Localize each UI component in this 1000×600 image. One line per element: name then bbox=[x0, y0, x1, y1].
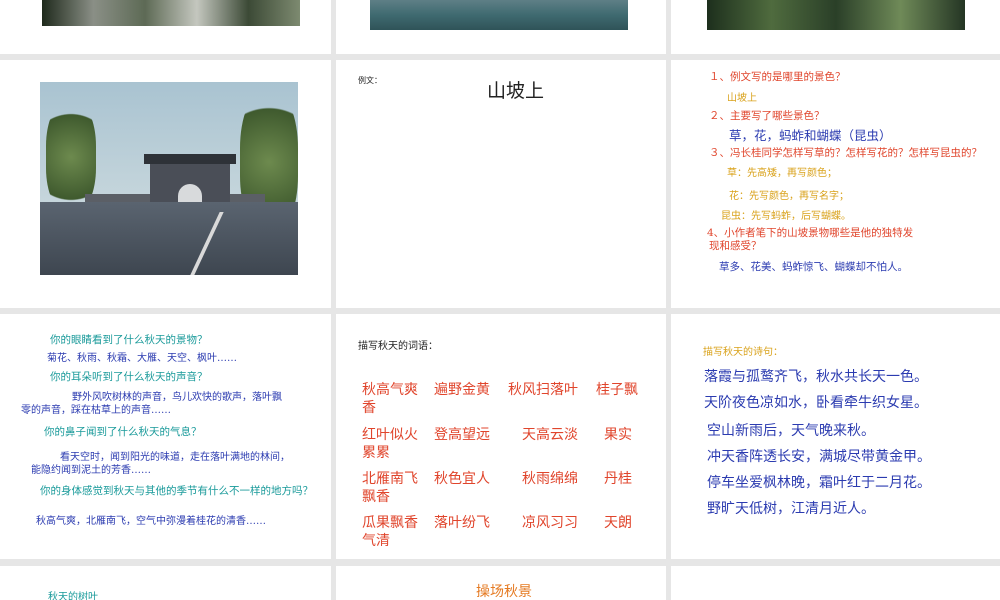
answer-4: 草多、花美、蚂蚱惊飞、蝴蝶却不怕人。 bbox=[719, 261, 908, 273]
word-item-wrap: 气清 bbox=[362, 533, 390, 549]
sense-question-body: 你的身体感觉到秋天与其他的季节有什么不一样的地方吗？ bbox=[40, 485, 313, 497]
slide-thumbnail-12[interactable] bbox=[671, 566, 1000, 600]
word-item: 果实 bbox=[604, 427, 632, 443]
poem-line: 空山新雨后，天气晚来秋。 bbox=[707, 423, 875, 439]
word-item: 落叶纷飞 bbox=[434, 515, 490, 531]
slide-thumbnail-11[interactable]: 操场秋景 bbox=[336, 566, 666, 600]
question-1: １、例文写的是哪里的景色？ bbox=[709, 71, 846, 83]
poem-line: 野旷天低树，江清月近人。 bbox=[707, 501, 875, 517]
word-item: 秋色宜人 bbox=[434, 471, 490, 487]
poem-line: 冲天香阵透长安，满城尽带黄金甲。 bbox=[707, 449, 931, 465]
example-prefix: 例文： bbox=[358, 76, 382, 85]
word-item: 北雁南飞 bbox=[362, 471, 418, 487]
slide-thumbnail-7[interactable]: 你的眼睛看到了什么秋天的景物？ 菊花、秋雨、秋霜、大雁、天空、枫叶…… 你的耳朵… bbox=[0, 314, 331, 559]
rock-garden-photo bbox=[42, 0, 300, 26]
word-item: 凉风习习 bbox=[522, 515, 578, 531]
slide-thumbnail-5[interactable]: 例文： 山坡上 bbox=[336, 60, 666, 308]
answer-2: 草，花，蚂蚱和蝴蝶（昆虫） bbox=[729, 128, 892, 143]
leaves-slide-title: 秋天的树叶 bbox=[48, 592, 98, 600]
word-item: 天高云淡 bbox=[522, 427, 578, 443]
word-item: 瓜果飘香 bbox=[362, 515, 418, 531]
slide-thumbnail-3[interactable] bbox=[671, 0, 1000, 54]
playground-slide-title: 操场秋景 bbox=[476, 584, 532, 600]
word-item: 遍野金黄 bbox=[434, 382, 490, 398]
word-item: 红叶似火 bbox=[362, 427, 418, 443]
word-item: 天朗 bbox=[604, 515, 632, 531]
autumn-words-heading: 描写秋天的词语： bbox=[358, 341, 438, 352]
question-4-line2: 现和感受？ bbox=[709, 240, 762, 252]
sense-answer-body: 秋高气爽，北雁南飞，空气中弥漫着桂花的清香…… bbox=[36, 516, 266, 527]
word-item: 登高望远 bbox=[434, 427, 490, 443]
answer-3-grass: 草：先高矮，再写颜色； bbox=[727, 168, 837, 179]
word-item: 桂子飘 bbox=[596, 382, 638, 398]
answer-3-flower: 花：先写颜色，再写名字； bbox=[729, 191, 849, 202]
word-item: 秋高气爽 bbox=[362, 382, 418, 398]
slide-thumbnail-4[interactable] bbox=[0, 60, 331, 308]
slide-thumbnail-2[interactable] bbox=[336, 0, 666, 54]
slide-thumbnail-1[interactable] bbox=[0, 0, 331, 54]
sense-answer-nose-line1: 看天空时，闻到阳光的味道，走在落叶满地的林间， bbox=[60, 452, 290, 463]
poem-line: 天阶夜色凉如水，卧看牵牛织女星。 bbox=[704, 395, 928, 411]
sense-answer-eyes: 菊花、秋雨、秋霜、大雁、天空、枫叶…… bbox=[47, 353, 237, 364]
slide-thumbnail-9[interactable]: 描写秋天的诗句： 落霞与孤鹜齐飞，秋水共长天一色。 天阶夜色凉如水，卧看牵牛织女… bbox=[671, 314, 1000, 559]
poem-line: 停车坐爱枫林晚，霜叶红于二月花。 bbox=[707, 475, 931, 491]
question-2: ２、主要写了哪些景色？ bbox=[709, 110, 825, 122]
sense-answer-nose-line2: 能隐约闻到泥土的芳香…… bbox=[31, 465, 151, 476]
question-4-line1: 4、小作者笔下的山坡景物哪些是他的独特发 bbox=[707, 227, 914, 239]
pond-photo bbox=[370, 0, 628, 30]
word-item-wrap: 香 bbox=[362, 400, 376, 416]
answer-1: 山坡上 bbox=[727, 93, 757, 104]
poem-line: 落霞与孤鹜齐飞，秋水共长天一色。 bbox=[704, 369, 928, 385]
slide-thumbnail-10[interactable]: 秋天的树叶 bbox=[0, 566, 331, 600]
slide-thumbnail-6[interactable]: １、例文写的是哪里的景色？ 山坡上 ２、主要写了哪些景色？ 草，花，蚂蚱和蝴蝶（… bbox=[671, 60, 1000, 308]
example-title: 山坡上 bbox=[487, 80, 545, 102]
word-item: 秋风扫落叶 bbox=[508, 382, 578, 398]
word-item: 秋雨绵绵 bbox=[522, 471, 578, 487]
city-gate-photo bbox=[40, 82, 298, 275]
word-item-wrap: 累累 bbox=[362, 445, 390, 461]
autumn-poems-heading: 描写秋天的诗句： bbox=[703, 347, 783, 358]
sense-question-nose: 你的鼻子闻到了什么秋天的气息？ bbox=[44, 426, 202, 438]
word-item-wrap: 飘香 bbox=[362, 489, 390, 505]
sense-question-eyes: 你的眼睛看到了什么秋天的景物？ bbox=[50, 334, 208, 346]
slide-thumbnail-8[interactable]: 描写秋天的词语： 秋高气爽 遍野金黄 秋风扫落叶 桂子飘 香 红叶似火 登高望远… bbox=[336, 314, 666, 559]
question-3: ３、冯长桂同学怎样写草的？怎样写花的？怎样写昆虫的？ bbox=[709, 147, 982, 159]
answer-3-insect: 昆虫：先写蚂蚱，后写蝴蝶。 bbox=[721, 211, 851, 222]
word-item: 丹桂 bbox=[604, 471, 632, 487]
sense-answer-ears-line1: 野外风吹树林的声音，鸟儿欢快的歌声，落叶飘 bbox=[72, 392, 282, 403]
sense-question-ears: 你的耳朵听到了什么秋天的声音？ bbox=[50, 371, 208, 383]
forest-photo bbox=[707, 0, 965, 30]
sense-answer-ears-line2: 零的声音，踩在枯草上的声音…… bbox=[21, 405, 171, 416]
